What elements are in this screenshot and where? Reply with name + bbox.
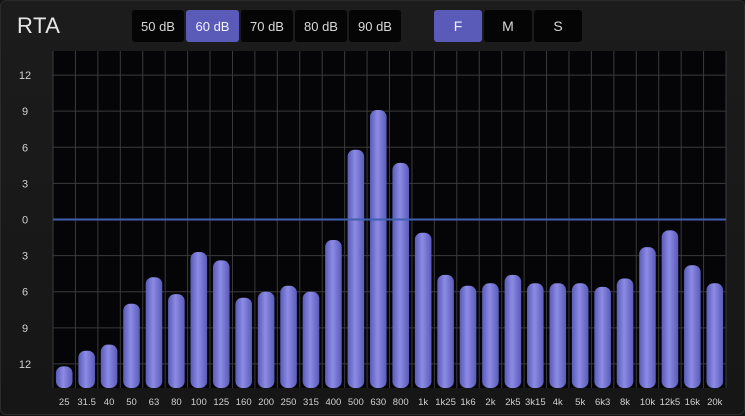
y-tick-label: 3 <box>22 178 28 190</box>
x-tick-label: 1k25 <box>435 397 456 408</box>
x-tick-label: 5k <box>575 397 585 408</box>
bar-25 <box>55 366 73 388</box>
bar-1k25 <box>437 274 454 388</box>
x-tick-label: 20k <box>707 397 723 408</box>
bar-10k <box>639 247 656 388</box>
x-tick-label: 40 <box>104 397 115 408</box>
y-tick-label: 0 <box>22 215 28 227</box>
x-tick-label: 160 <box>236 397 252 408</box>
x-tick-label: 200 <box>258 397 274 408</box>
x-tick-label: 8k <box>620 397 630 408</box>
x-tick-label: 250 <box>281 397 297 408</box>
bar-800 <box>392 162 410 388</box>
x-tick-label: 50 <box>126 397 137 408</box>
y-tick-label: 9 <box>22 323 28 335</box>
bar-160 <box>235 297 252 388</box>
bar-63 <box>145 277 163 388</box>
x-tick-label: 31.5 <box>77 397 96 408</box>
bar-5k <box>571 283 589 388</box>
x-tick-label: 630 <box>370 397 386 408</box>
bar-1k <box>414 232 432 388</box>
bar-400 <box>325 239 342 388</box>
bar-3k15 <box>527 283 544 388</box>
x-tick-label: 125 <box>213 397 229 408</box>
bar-125 <box>212 260 230 388</box>
bar-20k <box>706 283 724 388</box>
bar-6k3 <box>594 286 611 388</box>
bar-1k6 <box>459 285 477 388</box>
y-tick-label: 12 <box>19 359 31 371</box>
y-tick-label: 9 <box>22 106 28 118</box>
bar-500 <box>347 149 365 388</box>
bar-2k <box>482 283 499 388</box>
x-tick-label: 400 <box>325 397 341 408</box>
x-tick-label: 4k <box>553 397 563 408</box>
x-tick-label: 2k <box>485 397 495 408</box>
x-tick-label: 6k3 <box>595 397 610 408</box>
y-tick-label: 6 <box>22 287 28 299</box>
bar-8k <box>616 278 634 388</box>
rta-panel: RTA 50 dB 60 dB 70 dB 80 dB 90 dB F M S … <box>0 0 745 415</box>
x-tick-label: 2k5 <box>505 397 520 408</box>
bar-100 <box>190 251 208 388</box>
x-tick-label: 100 <box>191 397 207 408</box>
bar-200 <box>257 291 275 388</box>
x-tick-label: 3k15 <box>525 397 546 408</box>
bar-315 <box>302 291 320 388</box>
x-tick-label: 800 <box>393 397 409 408</box>
bar-31.5 <box>78 350 95 388</box>
x-tick-label: 10k <box>640 397 656 408</box>
x-tick-label: 1k6 <box>460 397 475 408</box>
x-tick-label: 63 <box>149 397 160 408</box>
x-tick-label: 25 <box>59 397 70 408</box>
bar-50 <box>123 303 140 388</box>
bar-16k <box>684 265 701 388</box>
bar-40 <box>100 344 118 388</box>
bar-630 <box>369 109 387 388</box>
bar-2k5 <box>504 274 522 388</box>
bar-80 <box>168 294 185 388</box>
x-tick-label: 500 <box>348 397 364 408</box>
rta-bar-chart: 1296303691225 31.5 40 50 63 80 100 125 160 200 250… <box>19 51 727 408</box>
bar-12k5 <box>661 230 679 388</box>
y-tick-label: 6 <box>22 142 28 154</box>
x-tick-label: 80 <box>171 397 182 408</box>
x-tick-label: 1k <box>418 397 428 408</box>
x-tick-label: 315 <box>303 397 319 408</box>
bar-250 <box>280 285 297 388</box>
y-tick-label: 12 <box>19 70 31 82</box>
x-tick-label: 16k <box>685 397 701 408</box>
x-tick-label: 12k5 <box>660 397 681 408</box>
y-tick-label: 3 <box>22 251 28 263</box>
bar-4k <box>549 283 567 388</box>
